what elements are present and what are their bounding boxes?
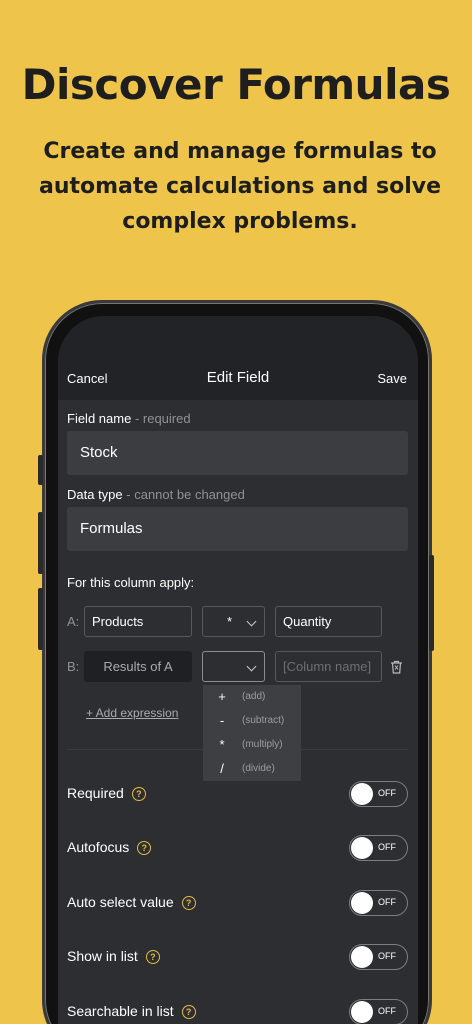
option-label: Searchable in list	[67, 1003, 174, 1019]
operator-option-multiply[interactable]: * (multiply)	[203, 733, 301, 757]
chevron-down-icon	[246, 661, 257, 672]
operator-symbol: *	[219, 737, 225, 752]
row-b-right-select[interactable]: [Column name]	[275, 651, 382, 682]
option-label: Required	[67, 785, 124, 801]
data-type-label-text: Data type	[67, 487, 123, 502]
row-a-operator-value: *	[227, 614, 233, 629]
row-a-operator-select[interactable]: *	[202, 606, 265, 637]
row-a-letter: A:	[67, 614, 80, 629]
operator-name: (add)	[242, 691, 266, 702]
help-circle-icon[interactable]: ?	[181, 896, 196, 910]
option-searchable-in-list: Searchable in list?	[67, 1003, 196, 1019]
help-circle-icon[interactable]: ?	[137, 841, 152, 855]
phone-mute-button	[38, 455, 43, 485]
phone-volume-down-button	[38, 588, 43, 650]
show-in-list-toggle[interactable]: OFF	[349, 944, 408, 970]
save-button[interactable]: Save	[377, 371, 407, 386]
toggle-knob	[351, 892, 373, 914]
phone-power-button	[429, 555, 434, 651]
toggle-state: OFF	[378, 951, 396, 961]
operator-dropdown: + (add) - (subtract) * (multiply) / (div…	[203, 685, 301, 781]
nav-title: Edit Field	[206, 369, 270, 386]
field-name-input[interactable]: Stock	[67, 431, 408, 475]
auto-select-value-toggle[interactable]: OFF	[349, 890, 408, 916]
required-toggle[interactable]: OFF	[349, 781, 408, 807]
option-label: Auto select value	[67, 894, 174, 910]
hero-subtitle: Create and manage formulas to automate c…	[38, 139, 442, 234]
row-b-letter: B:	[67, 659, 80, 674]
operator-name: (subtract)	[242, 715, 285, 726]
operator-name: (divide)	[242, 763, 275, 774]
phone-volume-up-button	[38, 512, 43, 574]
operator-name: (multiply)	[242, 739, 283, 750]
hero-title: Discover Formulas	[21, 60, 451, 109]
toggle-state: OFF	[378, 842, 396, 852]
data-type-label: Data type - cannot be changed	[67, 487, 245, 502]
option-auto-select-value: Auto select value?	[67, 894, 196, 910]
row-b-operator-select[interactable]	[202, 651, 265, 682]
apply-label: For this column apply:	[67, 575, 195, 590]
autofocus-toggle[interactable]: OFF	[349, 835, 408, 861]
operator-symbol: /	[220, 761, 224, 776]
toggle-state: OFF	[378, 788, 396, 798]
chevron-down-icon	[246, 616, 257, 627]
toggle-knob	[351, 946, 373, 968]
operator-symbol: -	[219, 713, 225, 728]
operator-option-add[interactable]: + (add)	[203, 685, 301, 709]
data-type-hint: - cannot be changed	[126, 487, 245, 502]
trash-icon[interactable]	[390, 660, 403, 674]
operator-option-subtract[interactable]: - (subtract)	[203, 709, 301, 733]
row-a-left-select[interactable]: Products	[84, 606, 192, 637]
field-name-hint: - required	[134, 411, 191, 426]
data-type-field: Formulas	[67, 507, 408, 551]
nav-bar: Cancel Edit Field Save	[58, 316, 418, 400]
phone-screen: Cancel Edit Field Save Field name - requ…	[58, 316, 418, 1024]
searchable-in-list-toggle[interactable]: OFF	[349, 999, 408, 1024]
option-show-in-list: Show in list?	[67, 948, 160, 964]
field-name-label: Field name - required	[67, 411, 191, 426]
row-b-left-field: Results of A	[84, 651, 192, 682]
field-name-label-text: Field name	[67, 411, 132, 426]
help-circle-icon[interactable]: ?	[181, 1005, 196, 1019]
option-label: Autofocus	[67, 839, 130, 855]
option-required: Required?	[67, 785, 146, 801]
option-autofocus: Autofocus?	[67, 839, 152, 855]
toggle-state: OFF	[378, 897, 396, 907]
toggle-state: OFF	[378, 1006, 396, 1016]
help-circle-icon[interactable]: ?	[145, 950, 160, 964]
toggle-knob	[351, 783, 373, 805]
help-circle-icon[interactable]: ?	[131, 787, 146, 801]
operator-symbol: +	[218, 689, 226, 704]
add-expression-link[interactable]: + Add expression	[86, 706, 178, 720]
toggle-knob	[351, 1001, 373, 1023]
option-label: Show in list	[67, 948, 138, 964]
toggle-knob	[351, 837, 373, 859]
row-a-right-select[interactable]: Quantity	[275, 606, 382, 637]
operator-option-divide[interactable]: / (divide)	[203, 757, 301, 781]
